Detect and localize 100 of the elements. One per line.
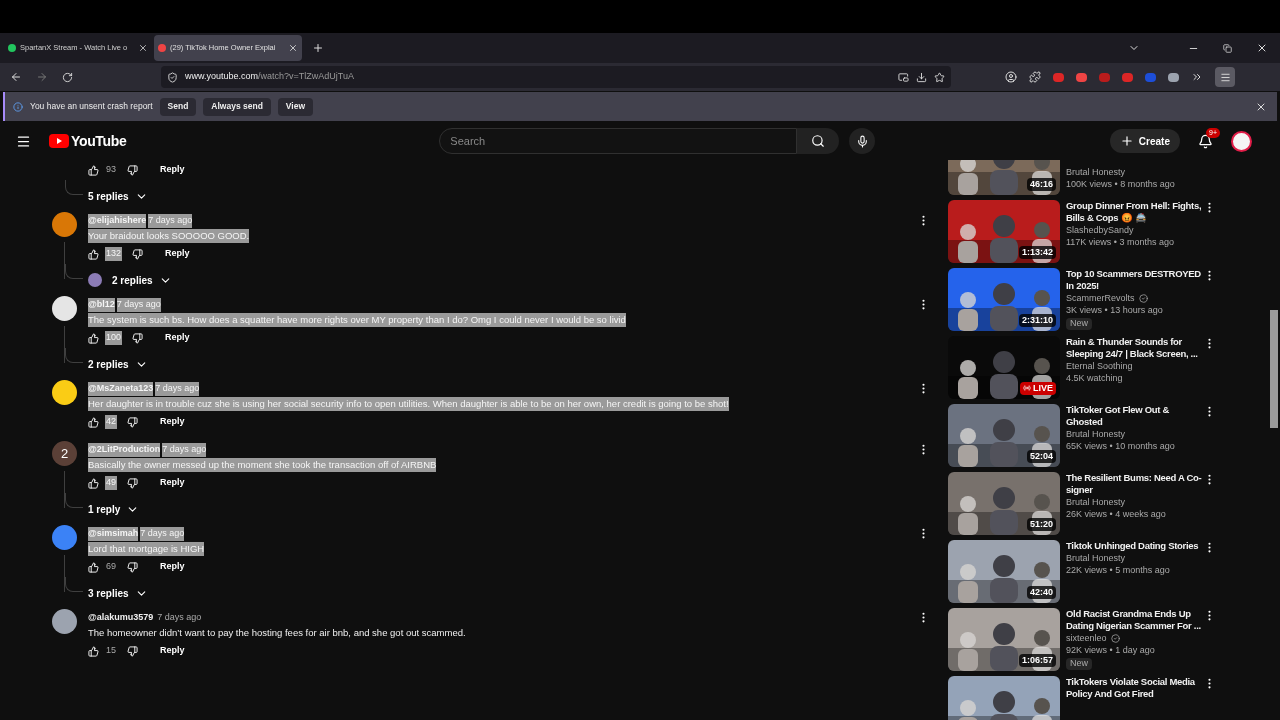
like-icon[interactable] — [88, 248, 99, 260]
dislike-icon[interactable] — [132, 332, 144, 344]
like-count: 49 — [105, 476, 117, 490]
reply-button[interactable]: Reply — [165, 331, 190, 345]
extension-icon[interactable] — [1076, 72, 1087, 82]
dislike-icon[interactable] — [127, 416, 138, 428]
comment-time[interactable]: 7 days ago — [157, 611, 202, 625]
voice-search-button[interactable] — [849, 128, 876, 154]
video-meta: 65K views • 10 months ago — [1066, 440, 1176, 452]
reply-button[interactable]: Reply — [165, 247, 190, 261]
video-title[interactable]: Top 10 Scammers DESTROYED In 2025! — [1066, 268, 1206, 292]
extensions-icon[interactable] — [1029, 71, 1041, 83]
account-avatar[interactable] — [1231, 130, 1252, 152]
channel-name[interactable]: SlashedbySandy — [1066, 225, 1134, 237]
avatar[interactable] — [52, 609, 77, 634]
comment-author[interactable]: @alakumu3579 — [88, 611, 154, 625]
thread-line — [65, 180, 83, 195]
replies-toggle[interactable]: 2 replies — [88, 356, 148, 372]
address-bar[interactable]: www.youtube.com/watch?v=TlZwAdUjTuA — [161, 66, 951, 88]
reply-button[interactable]: Reply — [160, 163, 185, 177]
replies-toggle[interactable]: 1 reply — [88, 501, 140, 517]
close-icon[interactable] — [138, 43, 148, 53]
menu-button[interactable] — [1215, 67, 1235, 87]
video-title[interactable]: The Resilient Bums: Need A Co-signer — [1066, 472, 1206, 496]
scrollbar-thumb[interactable] — [1270, 310, 1278, 428]
video-meta: 22K views • 5 months ago — [1066, 564, 1171, 576]
reply-button[interactable]: Reply — [160, 476, 185, 490]
replies-toggle[interactable]: 5 replies — [88, 188, 148, 204]
logo-icon — [49, 134, 69, 148]
comment-text: Lord that mortgage is HIGH — [88, 541, 205, 557]
back-icon[interactable] — [10, 71, 22, 83]
like-icon[interactable] — [88, 477, 99, 489]
video-title[interactable]: Rain & Thunder Sounds for Sleeping 24/7 | Black Screen, ... — [1066, 336, 1206, 360]
create-button[interactable]: Create — [1109, 129, 1180, 153]
avatar[interactable] — [52, 380, 77, 405]
channel-name[interactable]: Brutal Honesty — [1066, 167, 1126, 179]
close-icon[interactable] — [288, 43, 298, 53]
video-title[interactable]: TikTokers Violate Social Media Policy And Got Fired — [1066, 676, 1206, 700]
account-icon[interactable] — [1005, 71, 1017, 83]
like-icon[interactable] — [88, 332, 99, 344]
video-title[interactable]: TikToker Got Flew Out & Ghosted — [1066, 404, 1206, 428]
video-title[interactable]: Tiktok Unhinged Dating Stories — [1066, 540, 1206, 552]
new-tab-icon[interactable] — [312, 42, 324, 54]
video-meta: 100K views • 8 months ago — [1066, 178, 1176, 190]
restore-icon[interactable] — [1223, 43, 1232, 53]
dislike-icon[interactable] — [127, 645, 138, 657]
live-icon — [1023, 384, 1031, 393]
channel-name[interactable]: Brutal Honesty — [1066, 497, 1126, 509]
overflow-icon[interactable] — [1191, 71, 1203, 83]
avatar[interactable]: 2 — [52, 441, 77, 466]
reply-button[interactable]: Reply — [160, 644, 185, 658]
close-window-icon[interactable] — [1256, 42, 1268, 54]
search-field[interactable]: Search — [439, 128, 798, 154]
like-count: 93 — [105, 163, 117, 177]
like-icon[interactable] — [88, 164, 99, 176]
video-title[interactable]: Group Dinner From Hell: Fights, Bills & Cops 😡 🚔 — [1066, 200, 1206, 224]
notifications-icon[interactable] — [1198, 133, 1213, 149]
dislike-icon[interactable] — [127, 561, 138, 573]
video-title[interactable]: Old Racist Grandma Ends Up Dating Nigerian Scammer For ... — [1066, 608, 1206, 632]
channel-name[interactable]: ScammerRevolts — [1066, 293, 1135, 305]
video-meta: 117K views • 3 months ago — [1066, 236, 1176, 248]
channel-name[interactable]: Eternal Soothing — [1066, 361, 1133, 373]
avatar[interactable] — [52, 296, 77, 321]
picture-in-picture-icon — [898, 71, 909, 83]
bookmark-star-icon — [934, 71, 945, 83]
download-icon — [916, 71, 927, 83]
comment-text: Her daughter is in trouble cuz she is using her social security info to open utilities. When daughter is able to be on her own, her credit is going to be shot! — [88, 396, 729, 412]
comment-text: Your braidout looks SOOOOO GOOD. — [88, 228, 250, 244]
infobar-button[interactable]: Always send — [203, 97, 271, 116]
reply-button[interactable]: Reply — [160, 560, 185, 574]
like-icon[interactable] — [88, 416, 99, 428]
reply-button[interactable]: Reply — [160, 415, 185, 429]
replies-toggle[interactable]: 2 replies — [112, 272, 172, 288]
like-count: 100 — [105, 331, 123, 345]
reload-icon[interactable] — [62, 71, 73, 83]
dislike-icon[interactable] — [127, 477, 138, 489]
channel-name[interactable]: sixteenleo — [1066, 633, 1107, 645]
like-count: 42 — [105, 415, 117, 429]
extension-icon[interactable] — [1053, 72, 1064, 82]
dislike-icon[interactable] — [132, 248, 144, 260]
infobar-button[interactable]: View — [277, 97, 314, 116]
search-button[interactable] — [797, 128, 840, 154]
like-icon[interactable] — [88, 645, 99, 657]
shield-icon — [167, 71, 178, 83]
video-meta: 92K views • 1 day ago — [1066, 644, 1156, 656]
video-meta: 4.5K watching — [1066, 372, 1124, 384]
dislike-icon[interactable] — [127, 164, 138, 176]
infobar-button[interactable]: Send — [159, 97, 197, 116]
menu-icon[interactable] — [16, 133, 31, 149]
extension-icon[interactable] — [1168, 72, 1179, 82]
comment-text: Basically the owner messed up the moment she took the transaction off of AIRBNB — [88, 457, 437, 473]
channel-name[interactable]: Brutal Honesty — [1066, 553, 1126, 565]
extension-icon[interactable] — [1122, 72, 1133, 82]
channel-name[interactable]: Brutal Honesty — [1066, 429, 1126, 441]
youtube-logo[interactable]: YouTube — [71, 130, 127, 152]
menu-icon — [1219, 71, 1231, 83]
replies-toggle[interactable]: 3 replies — [88, 585, 148, 601]
like-icon[interactable] — [88, 561, 99, 573]
comment-text: The homeowner didn’t want to pay the hosting fees for air bnb, and she got out scammed. — [88, 625, 466, 640]
avatar[interactable] — [52, 212, 77, 237]
